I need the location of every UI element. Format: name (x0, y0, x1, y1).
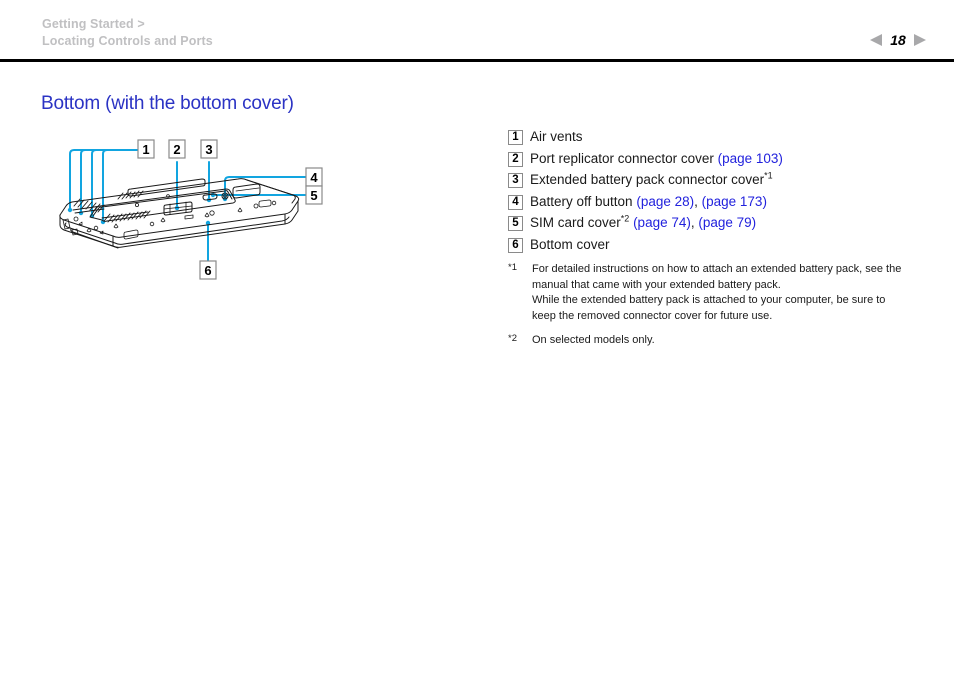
legend-number-box: 5 (508, 216, 523, 231)
legend-label: Port replicator connector cover (page 10… (530, 151, 783, 167)
footnote-mark: *2 (508, 333, 517, 344)
legend-label: Air vents (530, 129, 583, 145)
legend-text-run: Extended battery pack connector cover (530, 172, 765, 187)
footnote-text: For detailed instructions on how to atta… (532, 262, 901, 324)
legend-row: 3 Extended battery pack connector cover*1 (508, 170, 938, 188)
laptop-bottom-diagram: 1 2 3 4 5 6 (59, 139, 323, 280)
legend-text-run: Bottom cover (530, 236, 610, 252)
page-header: Getting Started > Locating Controls and … (0, 0, 954, 58)
legend-number-box: 3 (508, 173, 523, 188)
legend-text-run: SIM card cover (530, 215, 621, 230)
legend-text-run: Battery off button (530, 193, 637, 209)
legend-number-box: 6 (508, 237, 523, 253)
footnotes: *1 For detailed instructions on how to at… (508, 262, 938, 358)
legend-row: 6 Bottom cover (508, 237, 938, 253)
footnote-line: While the extended battery pack is attac… (532, 294, 886, 306)
triangle-right-icon[interactable] (914, 34, 926, 46)
footnote-row: *2 On selected models only. (508, 333, 938, 349)
legend-number-box: 4 (508, 194, 523, 210)
legend-row: 4 Battery off button (page 28), (page 173… (508, 194, 938, 210)
document-page: Getting Started > Locating Controls and … (0, 0, 954, 674)
triangle-left-icon[interactable] (870, 34, 882, 46)
page-reference-link[interactable]: (page 79) (698, 215, 756, 230)
laptop-body-outline (59, 178, 300, 249)
page-reference-link[interactable]: (page 74) (633, 215, 691, 230)
legend-label: Battery off button (page 28), (page 173) (530, 194, 767, 210)
footnote-marker: *1 (764, 170, 773, 181)
page-reference-link[interactable]: (page 28) (636, 194, 694, 209)
page-reference-link[interactable]: (page 103) (718, 151, 783, 166)
page-reference-link[interactable]: (page 173) (702, 194, 767, 209)
legend-text-run: Port replicator connector cover (530, 150, 718, 166)
svg-text:3: 3 (205, 142, 212, 157)
legend-label: Extended battery pack connector cover*1 (530, 170, 773, 188)
footnote-line: keep the removed connector cover for fut… (532, 309, 773, 322)
legend-number-box: 2 (508, 151, 523, 167)
legend-row: 5 SIM card cover*2 (page 74), (page 79) (508, 214, 938, 231)
svg-text:5: 5 (310, 188, 317, 203)
breadcrumb: Getting Started > Locating Controls and … (42, 16, 213, 50)
legend-label: SIM card cover*2 (page 74), (page 79) (530, 214, 756, 231)
svg-text:4: 4 (310, 170, 318, 185)
footnote-line: For detailed instructions on how to atta… (532, 263, 902, 275)
legend-number-box: 1 (508, 130, 523, 145)
legend-text-run: , (694, 193, 702, 209)
header-divider (0, 59, 954, 62)
footnote-line: On selected models only. (532, 334, 655, 346)
page-navigation: 18 (870, 32, 926, 48)
breadcrumb-line-2: Locating Controls and Ports (42, 34, 213, 48)
svg-text:6: 6 (204, 263, 211, 278)
page-number: 18 (890, 32, 906, 48)
footnote-row: *1 For detailed instructions on how to at… (508, 262, 938, 324)
figure-callout-boxes: 1 2 3 4 5 6 (137, 139, 323, 280)
legend-row: 2 Port replicator connector cover (page 1… (508, 151, 938, 167)
air-vent-grille-center (101, 210, 151, 223)
laptop-bottom-figure: 1 2 3 4 5 6 (30, 133, 350, 298)
svg-text:1: 1 (142, 142, 149, 157)
callout-legend-list: 1 Air vents 2 Port replicator connector cov… (508, 129, 938, 258)
footnote-text: On selected models only. (532, 333, 655, 349)
screw-detail (73, 194, 277, 231)
svg-text:2: 2 (173, 142, 180, 157)
legend-label: Bottom cover (530, 237, 610, 253)
legend-text-run: Air vents (530, 129, 583, 144)
page-title: Bottom (with the bottom cover) (41, 93, 294, 114)
air-vent-grille-left (72, 198, 105, 214)
footnote-line: manual that came with your extended batt… (532, 278, 781, 291)
breadcrumb-line-1: Getting Started > (42, 17, 145, 31)
footnote-mark: *1 (508, 262, 517, 273)
legend-row: 1 Air vents (508, 129, 938, 145)
